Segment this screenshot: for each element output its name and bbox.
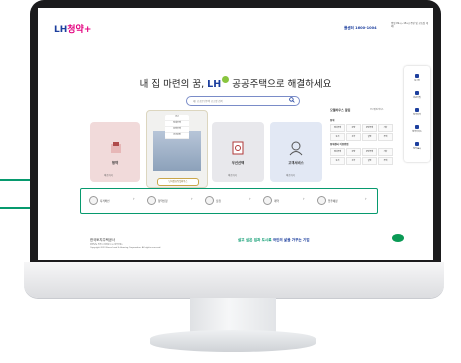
- customer-service-icon: [289, 141, 303, 156]
- complex-menu: 공고 임대주택 분양주택 공공분양: [165, 115, 189, 139]
- monitor-stand-base: [150, 330, 316, 352]
- card-more-link[interactable]: 바로가기: [286, 173, 295, 177]
- panel-grid-item[interactable]: 토지: [330, 133, 345, 141]
- card-customer[interactable]: 고객서비스 바로가기: [270, 122, 322, 182]
- card-title: 우선선택: [231, 161, 245, 165]
- hero-text: 공공주택으로 해결하세요: [229, 79, 332, 91]
- side-item-signup[interactable]: 회원가입: [404, 91, 430, 99]
- certification-badge-icon: [392, 234, 404, 242]
- panel-grid-item[interactable]: 상가: [346, 133, 361, 141]
- chevron-right-icon: ›: [191, 196, 193, 201]
- guide-icon: [415, 125, 419, 129]
- card-title: 청약: [111, 161, 119, 165]
- footer-org: 한국토지주택공사: [90, 238, 115, 242]
- search-icon[interactable]: [289, 97, 295, 103]
- signup-icon: [415, 91, 419, 95]
- side-item-eligibility[interactable]: 청약자격: [404, 108, 430, 116]
- complex-menu-item[interactable]: 공공분양: [165, 133, 189, 139]
- panel-sub-link[interactable]: 공고알림서비스: [370, 108, 383, 111]
- panel-grid: 임대주택 분양 분양주택 기타 토지 상가 설명 주택: [330, 124, 393, 141]
- panel-section-title: 청약: [330, 119, 335, 122]
- login-icon: [415, 74, 419, 78]
- step-item[interactable]: 입주예정: [317, 196, 338, 205]
- step-item[interactable]: 계약: [263, 196, 279, 205]
- eligibility-icon: [415, 108, 419, 112]
- hero-brand: LH: [207, 79, 222, 91]
- process-step-bar: 자격확인 › 청약신청 › 당첨 › 계약 › 입주예정 ›: [80, 188, 378, 214]
- monitor-stand-neck: [190, 298, 276, 332]
- subscribe-icon: [111, 142, 121, 153]
- footer-slogan: 살고 싶은 집과 도시로 국민의 삶을 가꾸는 기업: [238, 238, 310, 242]
- search-placeholder: 예) 공공분양주택 공고명 검색: [193, 100, 223, 103]
- document-icon: [232, 141, 244, 155]
- panel-grid-item[interactable]: 분양주택: [362, 148, 377, 156]
- panel-grid-item[interactable]: 기타: [378, 148, 393, 156]
- panel-grid-item[interactable]: 주택: [378, 157, 393, 165]
- step-item[interactable]: 자격확인: [89, 196, 110, 205]
- step-icon: [205, 196, 214, 205]
- chevron-right-icon: ›: [249, 196, 251, 201]
- panel-grid-item[interactable]: 분양: [346, 124, 361, 132]
- panel-grid-item[interactable]: 임대주택: [330, 124, 345, 132]
- card-more-link[interactable]: 바로가기: [228, 173, 237, 177]
- monitor-illustration: LH청약+ 콜센터 1600-1004 평일 09시~18시 (주말 및 공휴일…: [0, 0, 461, 363]
- monitor-chin: [24, 262, 444, 298]
- callcenter-note: 평일 09시~18시 (주말 및 공휴일 제외): [391, 22, 429, 28]
- card-more-link[interactable]: 바로가기: [104, 173, 113, 177]
- step-icon: [263, 196, 272, 205]
- panel-grid-item[interactable]: 기타: [378, 124, 393, 132]
- notice-panel: 모델하우스 알림 공고알림서비스 청약 임대주택 분양 분양주택 기타 토지 상…: [330, 108, 393, 194]
- card-title: 고객서비스: [288, 161, 304, 165]
- card-complex-info[interactable]: 공고 임대주택 분양주택 공공분양 단지정보/모델하우스: [146, 110, 208, 188]
- side-item-faq[interactable]: 청약FAQ: [404, 142, 430, 150]
- footer-copyright: Copyright 2023 Korea Land & Housing Corp…: [90, 247, 161, 249]
- website-screen: LH청약+ 콜센터 1600-1004 평일 09시~18시 (주말 및 공휴일…: [38, 8, 433, 260]
- step-icon: [147, 196, 156, 205]
- side-item-login[interactable]: 로그인: [404, 74, 430, 82]
- panel-grid-item[interactable]: 주택: [378, 133, 393, 141]
- hero-headline: 내 집 마련의 꿈, LH 공공주택으로 해결하세요: [38, 76, 433, 90]
- step-item[interactable]: 청약신청: [147, 196, 168, 205]
- site-logo[interactable]: LH청약+: [54, 22, 91, 35]
- side-item-guide[interactable]: 청약가이드: [404, 125, 430, 133]
- panel-grid-item[interactable]: 설명: [362, 157, 377, 165]
- panel-grid: 임대주택 분양 분양주택 기타 토지 상가 설명 주택: [330, 148, 393, 165]
- panel-grid-item[interactable]: 임대주택: [330, 148, 345, 156]
- callcenter-phone: 콜센터 1600-1004: [344, 26, 377, 30]
- quick-side-menu: 로그인 회원가입 청약자격 청약가이드 청약FAQ: [404, 66, 430, 162]
- step-icon: [317, 196, 326, 205]
- panel-grid-item[interactable]: 설명: [362, 133, 377, 141]
- panel-grid-item[interactable]: 분양: [346, 148, 361, 156]
- faq-icon: [415, 142, 419, 146]
- step-icon: [89, 196, 98, 205]
- card-priority[interactable]: 우선선택 바로가기: [212, 122, 264, 182]
- footer-info: 경상남도 진주시 충의로 19 (충무공동) Copyright 2023 Ko…: [90, 244, 200, 250]
- panel-grid-item[interactable]: 상가: [346, 157, 361, 165]
- panel-section-title: 청약센터 이용방법: [330, 143, 349, 146]
- hero-text: 내 집 마련의 꿈,: [139, 79, 208, 91]
- panel-grid-item[interactable]: 토지: [330, 157, 345, 165]
- panel-grid-item[interactable]: 분양주택: [362, 124, 377, 132]
- chevron-right-icon: ›: [133, 196, 135, 201]
- chevron-right-icon: ›: [365, 196, 367, 201]
- step-item[interactable]: 당첨: [205, 196, 221, 205]
- card-subscribe[interactable]: 청약 바로가기: [90, 122, 140, 182]
- complex-info-pill[interactable]: 단지정보/모델하우스: [157, 178, 199, 186]
- chevron-right-icon: ›: [303, 196, 305, 201]
- search-input[interactable]: 예) 공공분양주택 공고명 검색: [186, 96, 300, 106]
